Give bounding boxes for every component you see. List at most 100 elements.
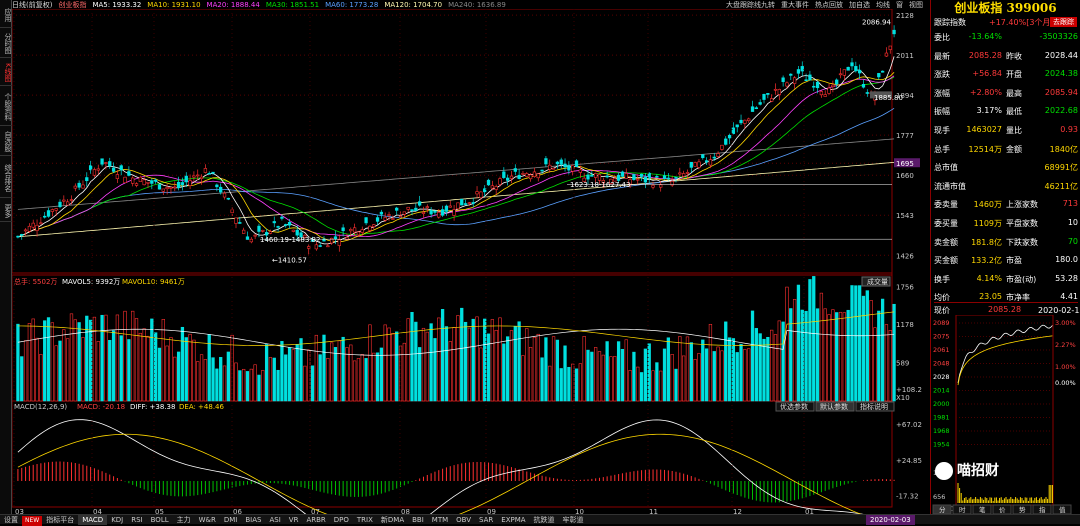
mini-tab-label: 值 [1059,505,1066,514]
candle [590,175,594,177]
toolbar-item[interactable]: 重大事件 [781,1,809,9]
intraday-mini-chart[interactable]: 2089 2075 2061 2048 2028 2014 2000 1981 1968 1954… [931,315,1080,514]
quote-label: 委买量 [934,219,958,228]
quote-value: 1460万 [973,200,1002,210]
volume-bar [395,331,399,402]
candle [666,177,670,180]
sidebar-tab[interactable]: 更多 [0,200,12,222]
candle [655,175,659,178]
volume-bar [682,355,686,402]
volume-bar [463,321,468,402]
volume-bar [345,347,349,402]
candle [142,179,146,186]
candle [880,70,885,73]
sidebar-tab[interactable]: 分时图 [0,30,12,58]
volume-bar [77,322,81,402]
volume-bar [372,352,376,402]
volume-button-label: 成交量 [867,277,888,286]
candle [414,207,418,211]
candle [861,84,866,88]
candle [731,127,736,134]
candle [605,175,609,178]
volume-bar [433,338,437,402]
candle [567,165,571,171]
toolbar-item[interactable]: 加自选 [849,1,870,9]
toolbar-item[interactable]: 视图 [909,1,923,9]
quote-label: 买金额 [934,256,958,266]
volume-bar [333,347,338,402]
volume-bar [452,327,456,402]
quote-label: 最高 [1006,88,1022,98]
sidebar-tab[interactable]: 应用 [0,2,12,28]
candle [245,236,250,240]
candle [739,119,743,124]
toolbar-item[interactable]: 窗 [896,1,903,9]
sidebar-tab[interactable]: K线图 [0,60,12,86]
volume-bar [750,310,755,402]
candle [43,215,47,218]
volume-bar [498,317,502,402]
volume-bar [842,312,846,402]
sidebar-tab[interactable]: 自选股 [0,128,12,156]
indicator-tab[interactable]: NEW [22,516,43,526]
candle [398,215,403,218]
candle [295,229,299,236]
volume-bar [540,357,544,402]
kline-chart[interactable]: 212820111894177716951660154314262086.94←… [12,9,929,514]
toolbar-item[interactable]: 均线 [876,1,890,9]
candle [674,176,678,179]
quote-label: 振幅 [934,107,950,117]
mini-pct-tick: 0.00% [1055,379,1076,387]
quote-row: 振幅 3.17% 最低 2022.68 [934,106,1078,120]
volume-bar [211,357,215,402]
volume-bar [812,276,816,402]
mini-tick: 2048 [933,360,950,368]
volume-bar [858,285,862,402]
candle [222,192,227,198]
candle [850,62,854,67]
volume-bar [594,347,598,402]
quote-value: 180.0 [1055,255,1078,265]
volume-bar [754,328,758,402]
candle [35,224,39,231]
sidebar-tab[interactable]: 综合排名 [0,158,12,198]
volume-bar [639,372,644,402]
sidebar-tab[interactable]: 个股资料 [0,88,12,126]
volume-bar [678,336,682,402]
volume-bar [176,351,181,402]
quote-label: 换手 [934,274,950,284]
quote-value: +56.84 [972,69,1002,79]
volume-bar [322,334,326,402]
volume-bar [471,318,475,402]
quote-value: 2024.38 [1044,69,1078,79]
volume-bar [808,279,812,402]
candle [31,222,35,228]
candle [815,81,820,89]
volume-bar [157,347,162,402]
candle [884,52,889,57]
candle [58,201,62,208]
volume-bar [50,322,54,402]
quote-label: 上涨家数 [1006,200,1038,210]
candle [697,161,701,168]
candle [230,209,234,214]
candle [750,106,755,112]
candle [620,171,625,177]
period-label[interactable]: 日线(前复权) [12,1,52,9]
candle [73,185,77,189]
toolbar-item[interactable]: 大盘跟踪线九转 [726,1,775,9]
chart-main: 日线(前复权) 创业板指 MA5: 1933.32 MA10: 1931.10 MA20… [12,0,929,514]
candle [532,171,537,177]
volume-bar [727,337,732,402]
volume-bar [532,337,537,402]
candle [215,184,219,188]
volume-bar [96,341,100,402]
candle [571,165,575,172]
candle [20,234,24,236]
quote-value: -3503326 [1039,32,1078,41]
candle [138,176,142,182]
track-button[interactable]: 去跟踪 [1050,17,1077,27]
quote-label: 最新 [934,51,950,61]
toolbar-item[interactable]: 热点回放 [815,1,843,9]
quote-value: 68991亿 [1044,163,1078,173]
